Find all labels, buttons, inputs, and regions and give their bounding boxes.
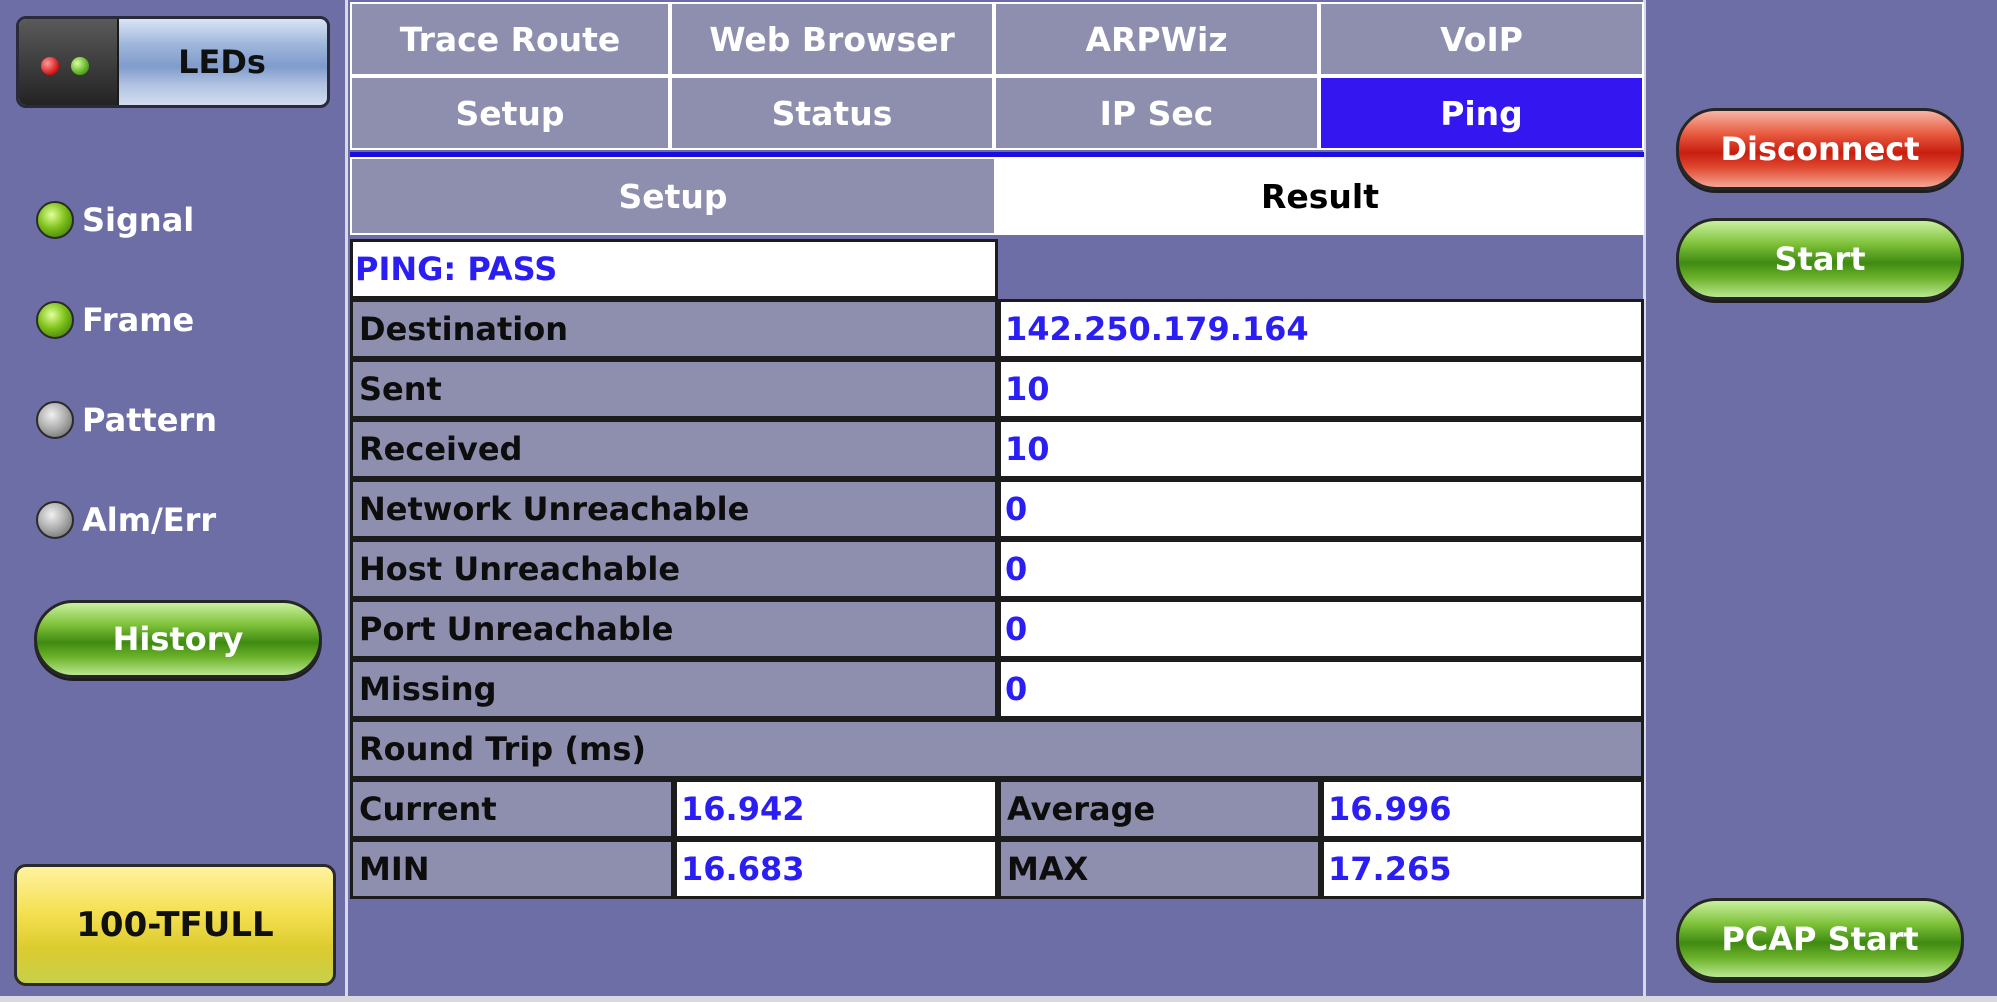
host-unreachable-label: Host Unreachable (350, 539, 998, 599)
min-label: MIN (350, 839, 674, 899)
indicator-frame: Frame (36, 300, 194, 340)
subtab-setup[interactable]: Setup (350, 157, 996, 235)
tab-voip[interactable]: VoIP (1319, 2, 1644, 76)
disconnect-button[interactable]: Disconnect (1676, 108, 1964, 190)
tab-ping[interactable]: Ping (1319, 76, 1644, 150)
host-unreachable-value: 0 (998, 539, 1644, 599)
missing-value: 0 (998, 659, 1644, 719)
alm-err-led-icon (36, 501, 74, 539)
frame-led-icon (36, 301, 74, 339)
green-led-icon (71, 57, 89, 75)
port-unreachable-value: 0 (998, 599, 1644, 659)
subtab-result[interactable]: Result (996, 157, 1644, 235)
link-status-badge[interactable]: 100-TFULL (14, 864, 336, 986)
network-unreachable-value: 0 (998, 479, 1644, 539)
indicator-pattern: Pattern (36, 400, 217, 440)
min-value: 16.683 (674, 839, 998, 899)
pattern-led-icon (36, 401, 74, 439)
current-value: 16.942 (674, 779, 998, 839)
sent-value: 10 (998, 359, 1644, 419)
average-value: 16.996 (1321, 779, 1644, 839)
port-unreachable-label: Port Unreachable (350, 599, 998, 659)
indicator-signal: Signal (36, 200, 194, 240)
tab-web-browser[interactable]: Web Browser (670, 2, 994, 76)
indicator-alm-err: Alm/Err (36, 500, 216, 540)
network-unreachable-label: Network Unreachable (350, 479, 998, 539)
start-button[interactable]: Start (1676, 218, 1964, 300)
tab-ip-sec[interactable]: IP Sec (994, 76, 1319, 150)
ping-status: PING: PASS (350, 239, 998, 299)
bottom-strip (0, 996, 1997, 1002)
leds-icon (19, 19, 119, 105)
sent-label: Sent (350, 359, 998, 419)
red-led-icon (41, 57, 59, 75)
tab-setup[interactable]: Setup (350, 76, 670, 150)
missing-label: Missing (350, 659, 998, 719)
leds-button[interactable]: LEDs (16, 16, 330, 108)
received-label: Received (350, 419, 998, 479)
max-value: 17.265 (1321, 839, 1644, 899)
tab-arpwiz[interactable]: ARPWiz (994, 2, 1319, 76)
destination-value: 142.250.179.164 (998, 299, 1644, 359)
indicator-label: Pattern (82, 401, 218, 439)
destination-label: Destination (350, 299, 998, 359)
average-label: Average (998, 779, 1321, 839)
indicator-label: Frame (82, 301, 195, 339)
indicator-label: Signal (82, 201, 195, 239)
current-label: Current (350, 779, 674, 839)
max-label: MAX (998, 839, 1321, 899)
round-trip-header: Round Trip (ms) (350, 719, 1644, 779)
received-value: 10 (998, 419, 1644, 479)
signal-led-icon (36, 201, 74, 239)
indicator-label: Alm/Err (82, 501, 217, 539)
tab-status[interactable]: Status (670, 76, 994, 150)
pcap-start-button[interactable]: PCAP Start (1676, 898, 1964, 980)
left-panel: LEDs Signal Frame Pattern Alm/Err Histor… (0, 0, 345, 1002)
history-button[interactable]: History (34, 600, 322, 678)
leds-label: LEDs (178, 43, 266, 81)
tab-trace-route[interactable]: Trace Route (350, 2, 670, 76)
